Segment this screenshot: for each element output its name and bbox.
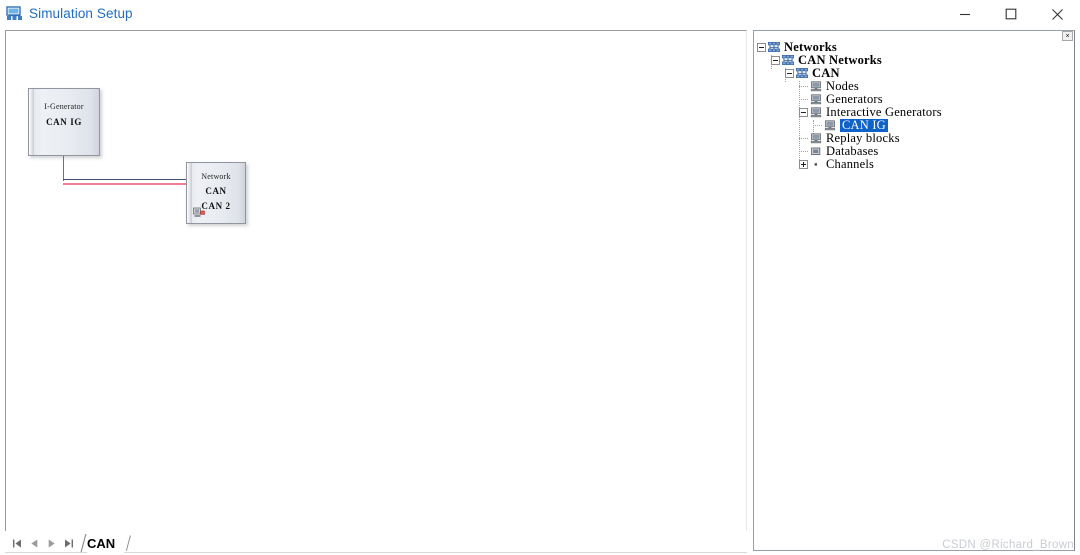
channel-icon bbox=[810, 159, 822, 170]
minimize-button[interactable] bbox=[942, 0, 988, 28]
window-title: Simulation Setup bbox=[29, 6, 133, 22]
tree-item-label: Channels bbox=[826, 157, 875, 171]
network-block-type-label: Network bbox=[201, 172, 231, 181]
diagram-canvas[interactable]: I-Generator CAN IG Network CAN CAN 2 bbox=[5, 30, 747, 551]
tree-item-replay-blocks[interactable]: Replay blocks bbox=[755, 132, 1073, 145]
node-icon bbox=[810, 133, 822, 144]
wire-can-low bbox=[63, 183, 193, 185]
collapse-toggle-icon[interactable] bbox=[771, 56, 780, 65]
tree-item-can-networks[interactable]: CAN Networks bbox=[755, 54, 1073, 67]
database-icon bbox=[810, 146, 822, 157]
bus-terminator-icon bbox=[193, 206, 206, 218]
tree-item-can-ig[interactable]: CAN IG bbox=[755, 119, 1073, 132]
watermark-text: CSDN @Richard_Brown bbox=[942, 539, 1074, 551]
interactive-generator-block-labels: I-Generator CAN IG bbox=[29, 101, 99, 129]
collapse-toggle-icon[interactable] bbox=[757, 43, 766, 52]
collapse-toggle-icon[interactable] bbox=[785, 69, 794, 78]
tree-item-nodes[interactable]: Nodes bbox=[755, 80, 1073, 93]
tree-branch-line bbox=[799, 134, 808, 143]
tree-branch-line bbox=[799, 95, 808, 104]
last-page-button[interactable] bbox=[60, 534, 77, 552]
node-icon bbox=[824, 120, 836, 131]
block-name-label: CAN IG bbox=[46, 116, 82, 127]
block-type-label: I-Generator bbox=[44, 102, 84, 111]
diagram-canvas-surface[interactable]: I-Generator CAN IG Network CAN CAN 2 bbox=[6, 31, 746, 550]
simulation-setup-icon bbox=[6, 5, 24, 23]
close-button[interactable] bbox=[1034, 0, 1080, 28]
tab-list: CAN bbox=[79, 533, 132, 553]
tree-branch-line bbox=[799, 82, 808, 91]
tree-item-channels[interactable]: Channels bbox=[755, 158, 1073, 171]
network-block[interactable]: Network CAN CAN 2 bbox=[186, 162, 246, 224]
networks-tree-panel: × Networks CAN Networks CAN Nodes Generators… bbox=[753, 30, 1075, 551]
tab-right-slant bbox=[126, 535, 132, 551]
tab-left-slant bbox=[80, 534, 87, 553]
window-controls bbox=[942, 0, 1080, 28]
tree-item-databases[interactable]: Databases bbox=[755, 145, 1073, 158]
tab-can[interactable]: CAN bbox=[87, 534, 125, 553]
next-page-button[interactable] bbox=[43, 534, 60, 552]
node-icon bbox=[810, 94, 822, 105]
page-tabstrip: CAN bbox=[5, 531, 747, 553]
network-icon bbox=[767, 41, 781, 53]
tree-rows: Networks CAN Networks CAN Nodes Generators In… bbox=[755, 41, 1073, 171]
page-nav-buttons bbox=[5, 533, 77, 553]
network-icon bbox=[781, 54, 795, 66]
tree-branch-line bbox=[813, 121, 822, 130]
node-icon bbox=[810, 81, 822, 92]
collapse-toggle-icon[interactable] bbox=[799, 108, 808, 117]
tree-panel-close-button[interactable]: × bbox=[1062, 31, 1073, 41]
tree-item-label: CAN Networks bbox=[798, 53, 882, 67]
network-icon bbox=[795, 67, 809, 79]
node-icon bbox=[810, 107, 822, 118]
networks-tree[interactable]: Networks CAN Networks CAN Nodes Generators In… bbox=[755, 41, 1073, 549]
tree-branch-line bbox=[799, 147, 808, 156]
tree-item-can[interactable]: CAN bbox=[755, 67, 1073, 80]
window-titlebar: Simulation Setup bbox=[0, 0, 1080, 28]
wire-can-high bbox=[63, 179, 193, 180]
main-area: I-Generator CAN IG Network CAN CAN 2 CAN… bbox=[0, 28, 1080, 555]
expand-toggle-icon[interactable] bbox=[799, 160, 808, 169]
maximize-button[interactable] bbox=[988, 0, 1034, 28]
network-block-bus-label: CAN bbox=[205, 185, 227, 196]
tab-can-label: CAN bbox=[87, 536, 116, 551]
first-page-button[interactable] bbox=[9, 534, 26, 552]
previous-page-button[interactable] bbox=[26, 534, 43, 552]
tree-item-interactive-generators[interactable]: Interactive Generators bbox=[755, 106, 1073, 119]
interactive-generator-block[interactable]: I-Generator CAN IG bbox=[28, 88, 100, 156]
